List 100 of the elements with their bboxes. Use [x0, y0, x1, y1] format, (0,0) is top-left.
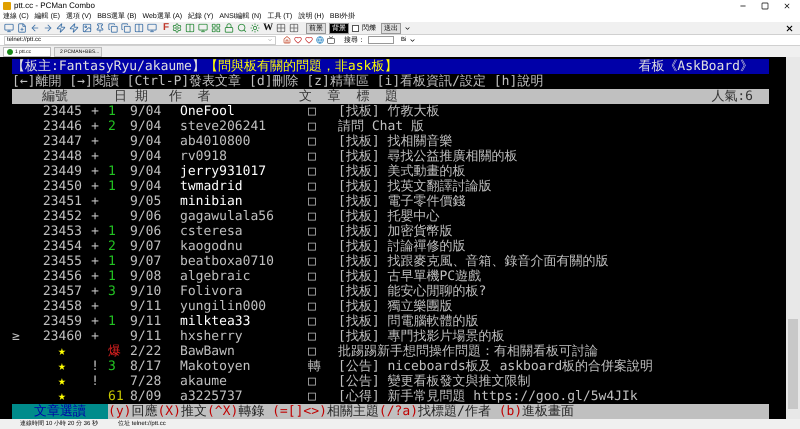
article-title: [公告] 變更看板發文與推文限制: [338, 374, 530, 390]
scrollbar[interactable]: [786, 57, 800, 420]
article-author: BawBawn: [180, 344, 235, 360]
search-icon[interactable]: [237, 23, 248, 34]
article-mark: +: [91, 164, 99, 180]
article-title: [找板] 找跟麥克風、音箱、錄音介面有關的版: [338, 254, 608, 270]
status-glyph: □: [308, 389, 316, 404]
article-number: 23456: [42, 269, 82, 284]
moderator-header: 【板主:FantasyRyu/akaume】: [12, 59, 205, 74]
article-date: 7/28: [130, 374, 162, 390]
command-hint: (y)回應: [108, 404, 158, 420]
copy-icon[interactable]: [108, 23, 118, 34]
article-title: [找板] 竹教大板: [338, 104, 440, 120]
article-date: 9/06: [130, 224, 162, 240]
article-number: 23451: [42, 194, 82, 210]
grid-icon[interactable]: [211, 23, 222, 34]
monitor-icon[interactable]: [198, 23, 208, 34]
search-field[interactable]: [368, 36, 394, 44]
grid-icon[interactable]: [289, 23, 300, 34]
article-mark: +: [91, 224, 99, 240]
article-date: 9/11: [130, 329, 162, 344]
article-title: [找板] 能安心閒聊的板?: [338, 284, 486, 300]
article-title: [找板] 獨立樂團版: [338, 299, 452, 314]
push-count: 1: [108, 269, 116, 284]
article-date: 9/06: [130, 209, 162, 224]
article-author: twmadrid: [180, 179, 243, 194]
blink-checkbox[interactable]: [352, 24, 360, 32]
columns-icon[interactable]: [134, 23, 144, 34]
article-number: 23448: [42, 149, 82, 164]
copy-icon[interactable]: [121, 23, 131, 34]
home-icon[interactable]: [283, 36, 291, 44]
push-count: 61: [108, 389, 124, 404]
article-number: 23455: [42, 254, 82, 270]
new-file-icon[interactable]: [17, 23, 27, 34]
grid-icon[interactable]: [276, 23, 286, 34]
star-icon: ★: [58, 359, 66, 374]
status-glyph: □: [308, 134, 316, 150]
screen-icon[interactable]: [327, 36, 335, 44]
close-icon[interactable]: [785, 24, 794, 33]
article-number: 23446: [42, 119, 82, 134]
article-author: gagawulala56: [180, 209, 274, 224]
article-mark: +: [91, 209, 99, 224]
push-count: 1: [108, 179, 116, 194]
article-author: steve206241: [180, 119, 266, 134]
globe-icon[interactable]: [316, 36, 324, 44]
article-title: [找板] 找英文翻譯討論版: [338, 179, 492, 194]
article-author: rv0918: [180, 149, 227, 164]
article-date: 9/04: [130, 104, 162, 120]
article-date: 8/17: [130, 359, 162, 374]
article-title: 請問 Chat 版: [338, 119, 424, 134]
article-number: 23458: [42, 299, 82, 314]
article-author: jerry931017: [180, 164, 266, 180]
push-count: 3: [108, 284, 116, 300]
lightning-icon[interactable]: [69, 23, 79, 34]
star-icon: ★: [58, 344, 66, 360]
maximize-icon[interactable]: [761, 2, 769, 10]
toolbar-letter-button[interactable]: W: [263, 23, 274, 34]
article-author: OneFool: [180, 104, 235, 120]
toolbar-letter-button[interactable]: F: [163, 23, 170, 34]
article-mark: +: [91, 314, 99, 330]
window-title: ptt.cc - PCMan Combo: [14, 2, 95, 10]
article-author: beatboxa0710: [180, 254, 274, 270]
monitor-icon[interactable]: [4, 23, 14, 34]
pin-icon[interactable]: [95, 23, 105, 34]
article-title: [心得] 新手常見問題 https://goo.gl/5w4JIk: [338, 389, 638, 404]
columns-icon[interactable]: [185, 23, 196, 34]
article-date: 9/04: [130, 119, 162, 134]
article-author: a3225737: [180, 389, 243, 404]
article-mark: +: [91, 149, 99, 164]
article-mark: +: [91, 254, 99, 270]
article-date: 9/11: [130, 314, 162, 330]
status-glyph: □: [308, 224, 316, 240]
monitor-icon[interactable]: [147, 23, 157, 34]
push-count: 1: [108, 224, 116, 240]
article-date: 9/11: [130, 299, 162, 314]
article-mark: +: [91, 194, 99, 210]
push-count: 1: [108, 314, 116, 330]
push-count: 1: [108, 254, 116, 270]
article-author: algebraic: [180, 269, 250, 284]
article-number: 23460: [42, 329, 82, 344]
lock-icon[interactable]: [224, 23, 234, 34]
article-author: Folivora: [180, 284, 243, 300]
close-icon[interactable]: [783, 2, 791, 10]
article-mark: +: [91, 119, 99, 134]
article-author: milktea33: [180, 314, 250, 330]
article-author: minibian: [180, 194, 243, 210]
gear-icon[interactable]: [172, 23, 182, 34]
image-icon[interactable]: [82, 23, 92, 34]
article-mark: +: [91, 299, 99, 314]
status-glyph: □: [308, 179, 316, 194]
back-arrow-icon[interactable]: [30, 23, 40, 34]
article-title: [找板] 討論禪修的版: [338, 239, 466, 254]
lightning-icon[interactable]: [56, 23, 66, 34]
sun-icon[interactable]: [250, 23, 260, 34]
status-glyph: 轉: [308, 359, 321, 374]
article-author: Makotoyen: [180, 359, 250, 374]
article-date: 9/05: [130, 194, 162, 210]
forward-arrow-icon[interactable]: [43, 23, 53, 34]
article-mark: +: [91, 329, 99, 344]
key-help: [←]離開 [→]閱讀 [Ctrl-P]發表文章 [d]刪除 [z]精華區 [i]看板資訊/設定 [h]說明: [12, 74, 544, 90]
